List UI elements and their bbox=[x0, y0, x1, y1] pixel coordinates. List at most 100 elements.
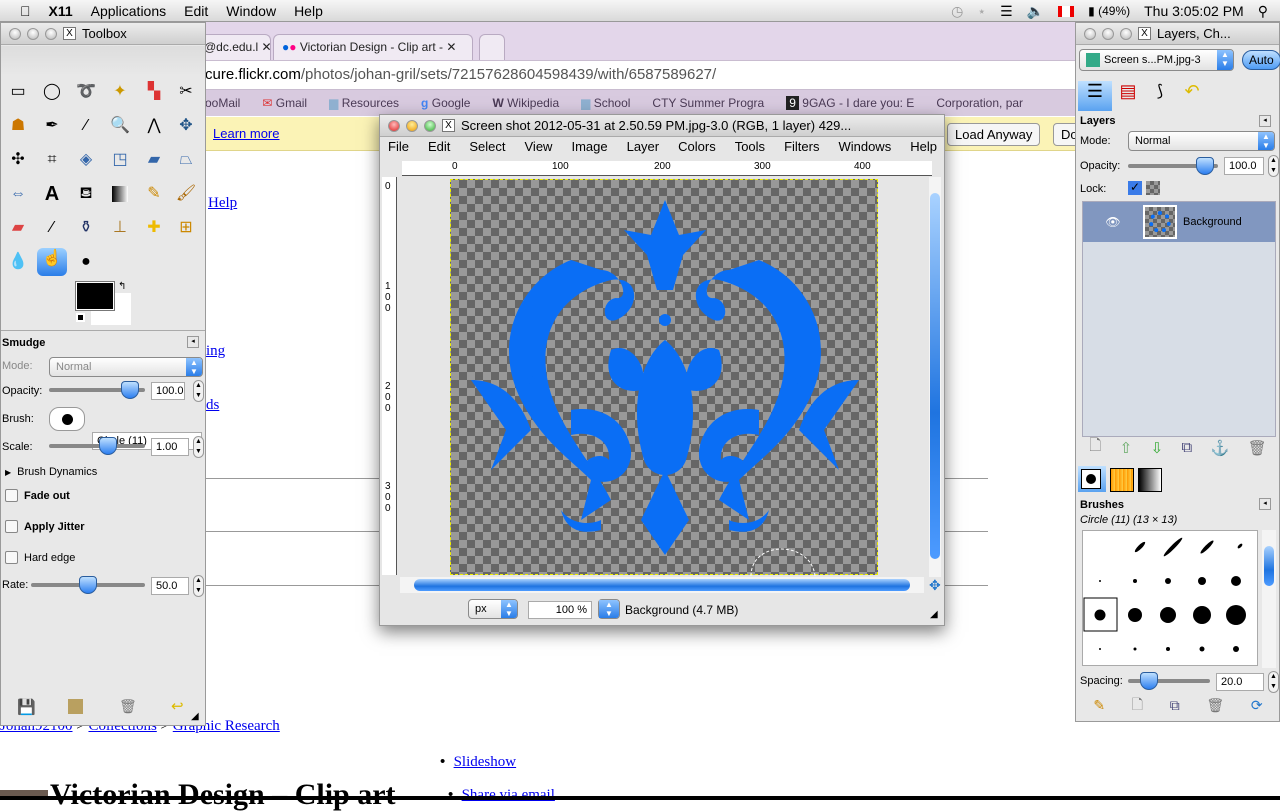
panel-menu-icon[interactable]: ◂ bbox=[1259, 498, 1271, 510]
lock-alpha-icon[interactable] bbox=[1146, 181, 1160, 195]
lower-layer-icon[interactable]: ⇩ bbox=[1151, 439, 1164, 457]
spacing-slider[interactable] bbox=[1128, 672, 1210, 690]
rate-spinner[interactable]: ▲ ▼ bbox=[193, 575, 204, 597]
smudge-tool-icon[interactable]: ☝ bbox=[37, 248, 67, 276]
scrollbar-thumb[interactable] bbox=[414, 579, 910, 591]
new-brush-icon[interactable]: 🗋 bbox=[1132, 694, 1143, 718]
page-link[interactable]: ing bbox=[206, 343, 225, 360]
bookmark-cty[interactable]: CTY Summer Progra bbox=[652, 96, 764, 110]
eye-icon[interactable]: 👁 bbox=[1083, 215, 1143, 229]
paths-tool-icon[interactable]: ✒ bbox=[41, 115, 63, 137]
heal-tool-icon[interactable]: ✚ bbox=[143, 217, 165, 239]
bookmark-school[interactable]: ▆ School bbox=[581, 96, 630, 110]
menu-image[interactable]: Image bbox=[571, 139, 607, 157]
layer-opacity-input[interactable]: 100.0 bbox=[1224, 157, 1264, 175]
tab-channels-icon[interactable]: ▤ bbox=[1112, 81, 1144, 111]
bookmark[interactable]: ooMail bbox=[205, 96, 240, 110]
layers-dock-titlebar[interactable]: X Layers, Ch... bbox=[1076, 23, 1279, 45]
scale-spinner[interactable]: ▲ ▼ bbox=[193, 436, 204, 458]
load-anyway-button[interactable]: Load Anyway bbox=[947, 123, 1041, 146]
opacity-spinner[interactable]: ▲ ▼ bbox=[193, 380, 204, 402]
opacity-input[interactable]: 100.0 bbox=[151, 382, 185, 400]
pencil-tool-icon[interactable]: ✎ bbox=[143, 183, 165, 205]
rotate-tool-icon[interactable]: ◈ bbox=[75, 149, 97, 171]
mode-select[interactable]: Normal ▲ ▼ bbox=[49, 357, 203, 377]
scrollbar-thumb[interactable] bbox=[930, 193, 940, 559]
toolbox-titlebar[interactable]: X Toolbox bbox=[1, 23, 205, 45]
menu-edit[interactable]: Edit bbox=[175, 3, 217, 19]
image-select[interactable]: Screen s...PM.jpg-3 ▲ ▼ bbox=[1079, 49, 1234, 71]
opacity-slider[interactable] bbox=[49, 381, 145, 399]
reset-options-icon[interactable]: ↩ bbox=[171, 697, 184, 715]
tab-brushes-icon[interactable] bbox=[1078, 466, 1106, 492]
anchor-layer-icon[interactable]: ⚓ bbox=[1211, 439, 1230, 457]
opacity-spinner[interactable]: ▲ ▼ bbox=[1268, 155, 1279, 177]
menu-file[interactable]: File bbox=[388, 139, 409, 157]
duplicate-layer-icon[interactable]: ⧉ bbox=[1182, 439, 1193, 456]
menu-filters[interactable]: Filters bbox=[784, 139, 819, 157]
time-machine-icon[interactable]: ◷ bbox=[951, 3, 963, 20]
foreground-select-tool-icon[interactable]: ☗ bbox=[7, 115, 29, 137]
minimize-button[interactable] bbox=[406, 119, 418, 132]
close-button[interactable] bbox=[388, 119, 400, 132]
menu-colors[interactable]: Colors bbox=[678, 139, 716, 157]
brush-grid[interactable] bbox=[1082, 530, 1258, 666]
menu-window[interactable]: Window bbox=[217, 3, 285, 19]
color-select-tool-icon[interactable]: ▚ bbox=[143, 81, 165, 103]
layer-row[interactable]: 👁 Background bbox=[1083, 202, 1275, 242]
menu-tools[interactable]: Tools bbox=[735, 139, 765, 157]
color-picker-tool-icon[interactable]: ⁄ bbox=[75, 115, 97, 137]
canada-flag-icon[interactable] bbox=[1058, 5, 1075, 17]
zoom-select[interactable]: ▲ ▼ bbox=[598, 599, 620, 619]
lasso-tool-icon[interactable]: ➰ bbox=[75, 81, 97, 103]
learn-more-link[interactable]: Learn more bbox=[213, 126, 279, 141]
tab-layers-icon[interactable]: ☰ bbox=[1078, 81, 1112, 111]
panel-menu-icon[interactable]: ◂ bbox=[187, 336, 199, 348]
wifi-icon[interactable]: ☰ bbox=[1000, 3, 1013, 20]
share-email-link[interactable]: Share via email bbox=[462, 787, 555, 803]
tab-email[interactable]: @dc.edu.l ✕ bbox=[195, 34, 272, 60]
new-layer-icon[interactable]: 🗋 bbox=[1089, 435, 1101, 460]
bookmark-google[interactable]: g Google bbox=[421, 96, 470, 110]
align-tool-icon[interactable]: ✣ bbox=[7, 149, 29, 171]
layer-opacity-slider[interactable] bbox=[1128, 157, 1218, 175]
menu-applications[interactable]: Applications bbox=[82, 3, 176, 19]
save-options-icon[interactable]: 💾 bbox=[17, 698, 36, 716]
menu-help[interactable]: Help bbox=[910, 139, 937, 157]
close-button[interactable] bbox=[9, 27, 21, 40]
horizontal-scrollbar[interactable] bbox=[400, 577, 924, 593]
blend-tool-icon[interactable] bbox=[112, 186, 128, 202]
scale-input[interactable]: 1.00 bbox=[151, 438, 189, 456]
vertical-ruler[interactable]: 0 1 0 0 2 0 0 3 0 0 bbox=[382, 177, 397, 575]
delete-brush-icon[interactable]: 🗑 bbox=[1206, 697, 1224, 714]
tab-patterns-icon[interactable] bbox=[1110, 468, 1134, 492]
brush-preview-button[interactable] bbox=[49, 407, 85, 431]
rate-slider[interactable] bbox=[31, 576, 145, 594]
zoom-button[interactable] bbox=[45, 27, 57, 40]
apply-jitter-checkbox[interactable]: Apply Jitter bbox=[1, 520, 85, 533]
bookmark-gmail[interactable]: ✉ Gmail bbox=[262, 96, 307, 110]
crop-tool-icon[interactable]: ⌗ bbox=[41, 149, 63, 171]
auto-button[interactable]: Auto bbox=[1242, 50, 1280, 70]
new-tab-button[interactable] bbox=[479, 34, 505, 60]
brush-dynamics-expander[interactable]: ▶ Brush Dynamics bbox=[5, 466, 97, 478]
refresh-brushes-icon[interactable]: ⟳ bbox=[1251, 697, 1263, 714]
tab-gradients-icon[interactable] bbox=[1138, 468, 1162, 492]
move-tool-icon[interactable]: ✥ bbox=[175, 115, 197, 137]
menu-layer[interactable]: Layer bbox=[627, 139, 660, 157]
text-tool-icon[interactable]: A bbox=[41, 183, 63, 205]
checkbox[interactable] bbox=[5, 489, 18, 502]
edit-brush-icon[interactable]: ✎ bbox=[1093, 697, 1105, 714]
zoom-tool-icon[interactable]: 🔍 bbox=[109, 115, 131, 137]
scissors-tool-icon[interactable]: ✂ bbox=[175, 81, 197, 103]
lock-pixels-checkbox[interactable]: ✓ bbox=[1128, 181, 1142, 195]
minimize-button[interactable] bbox=[27, 27, 39, 40]
bookmark-wikipedia[interactable]: W Wikipedia bbox=[492, 96, 559, 110]
menu-select[interactable]: Select bbox=[469, 139, 505, 157]
tab-paths-icon[interactable]: ⟆ bbox=[1144, 81, 1176, 111]
image-canvas[interactable] bbox=[450, 179, 878, 577]
menu-help[interactable]: Help bbox=[285, 3, 332, 19]
scrollbar-thumb[interactable] bbox=[1264, 546, 1274, 586]
unit-select[interactable]: px ▲ ▼ bbox=[468, 599, 518, 619]
rate-input[interactable]: 50.0 bbox=[151, 577, 189, 595]
